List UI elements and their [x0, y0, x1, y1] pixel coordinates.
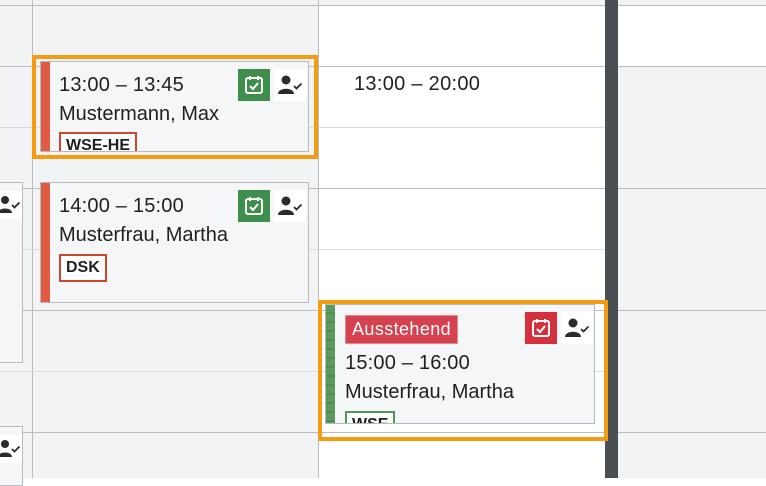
- day-divider: [605, 0, 618, 478]
- calendar-check-icon[interactable]: [238, 69, 270, 101]
- person-check-icon[interactable]: [0, 435, 22, 463]
- appointment-card[interactable]: Ausstehend 15:00 – 16:00 Musterfrau, Mar…: [325, 304, 595, 424]
- appointment-type-tag: WSE-HE: [59, 132, 137, 151]
- person-check-icon[interactable]: [0, 191, 22, 219]
- availability-time: 13:00 – 20:00: [354, 73, 481, 95]
- appointment-type-tag: WSE: [345, 411, 396, 423]
- status-stripe: [326, 305, 335, 423]
- status-stripe: [41, 183, 50, 302]
- person-check-icon[interactable]: [561, 312, 593, 344]
- appointment-card[interactable]: 13:00 – 13:45 Mustermann, Max WSE-HE: [40, 61, 309, 152]
- calendar-check-icon[interactable]: [525, 312, 557, 344]
- appointment-card-partial[interactable]: [0, 426, 23, 486]
- grid-vline: [32, 0, 33, 478]
- status-stripe: [41, 62, 50, 151]
- patient-name: Mustermann, Max: [59, 103, 220, 125]
- calendar-check-icon[interactable]: [238, 190, 270, 222]
- grid-hline: [0, 432, 766, 433]
- person-check-icon[interactable]: [274, 69, 306, 101]
- appointment-card[interactable]: 14:00 – 15:00 Musterfrau, Martha DSK: [40, 182, 309, 303]
- appointment-time: 14:00 – 15:00: [59, 195, 184, 217]
- appointment-time: 13:00 – 13:45: [59, 74, 184, 96]
- appointment-time: 15:00 – 16:00: [345, 352, 470, 374]
- patient-name: Musterfrau, Martha: [59, 224, 228, 246]
- grid-hline: [0, 5, 766, 6]
- status-badge: Ausstehend: [345, 315, 459, 344]
- patient-name: Musterfrau, Martha: [345, 381, 514, 403]
- grid-vline: [318, 0, 319, 478]
- person-check-icon[interactable]: [274, 190, 306, 222]
- grid-column-right-offhours: [618, 66, 766, 478]
- appointment-card-partial[interactable]: [0, 182, 23, 363]
- appointment-type-tag: DSK: [59, 254, 107, 282]
